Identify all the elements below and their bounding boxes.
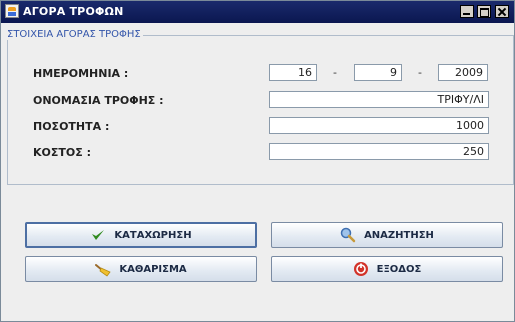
group-legend: ΣΤΟΙΧΕΙΑ ΑΓΟΡΑΣ ΤΡΟΦΗΣ bbox=[7, 29, 143, 40]
title-bar[interactable]: ΑΓΟΡΑ ΤΡΟΦΩΝ bbox=[1, 1, 514, 23]
quantity-label: ΠΟΣΟΤΗΤΑ : bbox=[33, 120, 110, 133]
save-button[interactable]: ΚΑΤΑΧΩΡΗΣΗ bbox=[25, 222, 257, 248]
broom-icon bbox=[95, 261, 111, 277]
cost-field[interactable]: 250 bbox=[269, 143, 489, 160]
date-separator: - bbox=[333, 66, 337, 79]
java-icon bbox=[5, 4, 19, 18]
app-window: ΑΓΟΡΑ ΤΡΟΦΩΝ ΣΤΟΙΧΕΙΑ ΑΓΟΡΑΣ ΤΡΟΦΗΣ ΗΜΕΡ… bbox=[0, 0, 515, 322]
clear-button[interactable]: ΚΑΘΑΡΙΣΜΑ bbox=[25, 256, 257, 282]
minimize-button[interactable] bbox=[460, 5, 474, 18]
purchase-details-group bbox=[7, 35, 514, 185]
save-button-label: ΚΑΤΑΧΩΡΗΣΗ bbox=[114, 229, 192, 241]
exit-button-label: ΕΞΟΔΟΣ bbox=[376, 263, 422, 275]
date-separator: - bbox=[418, 66, 422, 79]
maximize-button[interactable] bbox=[477, 5, 491, 18]
exit-button[interactable]: ΕΞΟΔΟΣ bbox=[271, 256, 503, 282]
day-field[interactable]: 16 bbox=[269, 64, 317, 81]
clear-button-label: ΚΑΘΑΡΙΣΜΑ bbox=[119, 263, 187, 275]
window-title: ΑΓΟΡΑ ΤΡΟΦΩΝ bbox=[23, 5, 124, 18]
exit-icon bbox=[353, 261, 369, 277]
close-button[interactable] bbox=[495, 5, 509, 18]
food-name-field[interactable]: ΤΡΙΦΥ/ΛΙ bbox=[269, 91, 489, 108]
date-label: ΗΜΕΡΟΜΗΝΙΑ : bbox=[33, 67, 129, 80]
year-field[interactable]: 2009 bbox=[438, 64, 488, 81]
quantity-field[interactable]: 1000 bbox=[269, 117, 489, 134]
search-button-label: ΑΝΑΖΗΤΗΣΗ bbox=[364, 229, 434, 241]
search-button[interactable]: ΑΝΑΖΗΤΗΣΗ bbox=[271, 222, 503, 248]
cost-label: ΚΟΣΤΟΣ : bbox=[33, 146, 91, 159]
magnifier-icon bbox=[340, 227, 356, 243]
food-name-label: ΟΝΟΜΑΣΙΑ ΤΡΟΦΗΣ : bbox=[33, 94, 164, 107]
checkmark-icon bbox=[90, 227, 106, 243]
month-field[interactable]: 9 bbox=[354, 64, 402, 81]
